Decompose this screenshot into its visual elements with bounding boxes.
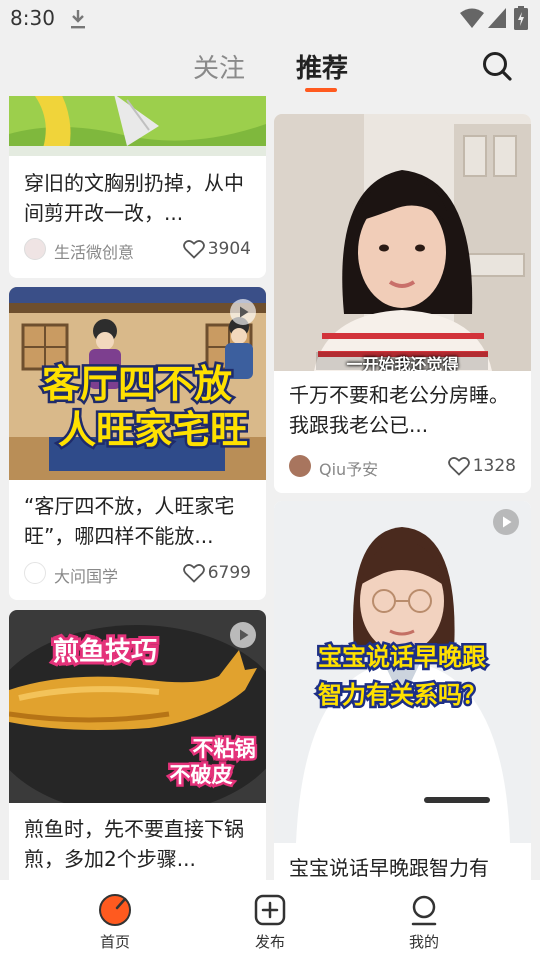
card-title: 千万不要和老公分房睡。 我跟我老公已... bbox=[289, 383, 509, 437]
card-thumbnail: 一开始我还觉得 bbox=[274, 114, 531, 371]
profile-icon bbox=[411, 895, 437, 926]
thumbnail-caption: 不粘锅 bbox=[193, 737, 256, 761]
feed-card[interactable]: 穿旧的文胸别扔掉，从中间剪开改一改，... 生活微创意 3904 bbox=[9, 96, 266, 278]
thumbnail-caption: 人旺家宅旺 bbox=[58, 408, 248, 452]
play-icon bbox=[230, 299, 256, 325]
author-name: 生活微创意 bbox=[54, 243, 135, 262]
card-thumbnail: 客厅四不放 人旺家宅旺 bbox=[9, 287, 266, 480]
card-title: 穿旧的文胸别扔掉，从中间剪开改一改，... bbox=[24, 171, 244, 225]
author-name: 大问国学 bbox=[54, 567, 119, 586]
thumbnail-caption: 宝宝说话早晚跟 bbox=[318, 643, 486, 671]
video-caption: 一开始我还觉得 bbox=[346, 355, 459, 371]
heart-icon[interactable] bbox=[183, 239, 205, 259]
thumbnail-caption: 智力有关系吗？ bbox=[318, 681, 486, 709]
download-icon bbox=[71, 10, 85, 29]
battery-icon bbox=[514, 6, 528, 30]
card-title: “客厅四不放，人旺家宅旺”，哪四样不能放... bbox=[24, 494, 235, 548]
bottom-nav: 首页 发布 我的 bbox=[0, 880, 540, 960]
like-count: 1328 bbox=[472, 456, 516, 476]
heart-icon[interactable] bbox=[448, 456, 470, 476]
like-count: 6799 bbox=[207, 563, 251, 583]
card-meta: Qiu予安 1328 bbox=[289, 453, 516, 479]
nav-mine[interactable]: 我的 bbox=[374, 880, 474, 960]
status-time: 8:30 bbox=[10, 6, 55, 30]
card-title: 煎鱼时，先不要直接下锅煎，多加2个步骤... bbox=[24, 817, 244, 871]
author-avatar bbox=[289, 455, 311, 477]
add-post-icon bbox=[254, 894, 286, 926]
nav-publish[interactable]: 发布 bbox=[220, 880, 320, 960]
feed: 穿旧的文胸别扔掉，从中间剪开改一改，... 生活微创意 3904 客厅四不放 人… bbox=[0, 96, 540, 880]
card-thumbnail: 煎鱼技巧 不粘锅 不破皮 bbox=[9, 610, 266, 803]
thumbnail-caption: 不破皮 bbox=[170, 763, 233, 787]
author-avatar bbox=[24, 562, 46, 584]
play-icon bbox=[493, 509, 519, 535]
signal-icon bbox=[488, 8, 506, 28]
thumbnail-caption: 煎鱼技巧 bbox=[53, 636, 157, 667]
search-icon[interactable] bbox=[481, 50, 513, 82]
author-avatar bbox=[24, 238, 46, 260]
feed-card[interactable]: 一开始我还觉得 千万不要和老公分房睡。 我跟我老公已... Qiu予安 1328 bbox=[274, 114, 531, 493]
top-tab-bar: 关注 推荐 bbox=[0, 36, 540, 96]
heart-icon[interactable] bbox=[183, 563, 205, 583]
tab-follow[interactable]: 关注 bbox=[193, 48, 245, 85]
card-meta: 生活微创意 3904 bbox=[24, 236, 251, 262]
feed-card[interactable]: 煎鱼技巧 不粘锅 不破皮 煎鱼时，先不要直接下锅煎，多加2个步骤... bbox=[9, 610, 266, 880]
active-tab-indicator bbox=[305, 88, 337, 92]
tab-recommend[interactable]: 推荐 bbox=[296, 48, 348, 85]
card-thumbnail: 宝宝说话早晚跟 智力有关系吗？ bbox=[274, 501, 531, 843]
nav-home-label: 首页 bbox=[99, 933, 130, 951]
nav-home[interactable]: 首页 bbox=[65, 880, 165, 960]
home-icon bbox=[99, 894, 131, 926]
thumbnail-caption: 客厅四不放 bbox=[42, 362, 232, 406]
wifi-icon bbox=[460, 8, 484, 28]
status-bar: 8:30 bbox=[0, 0, 540, 36]
author-name: Qiu予安 bbox=[319, 460, 379, 479]
play-icon bbox=[230, 622, 256, 648]
feed-card[interactable]: 客厅四不放 人旺家宅旺 “客厅四不放，人旺家宅旺”，哪四样不能放... 大问国学… bbox=[9, 287, 266, 600]
feed-card[interactable]: 宝宝说话早晚跟 智力有关系吗？ 宝宝说话早晚跟智力有 bbox=[274, 501, 531, 880]
card-title: 宝宝说话早晚跟智力有 bbox=[289, 856, 489, 880]
like-count: 3904 bbox=[207, 239, 251, 259]
card-thumbnail bbox=[9, 96, 266, 156]
nav-mine-label: 我的 bbox=[408, 933, 439, 951]
card-meta: 大问国学 6799 bbox=[24, 560, 251, 586]
nav-publish-label: 发布 bbox=[254, 933, 285, 951]
